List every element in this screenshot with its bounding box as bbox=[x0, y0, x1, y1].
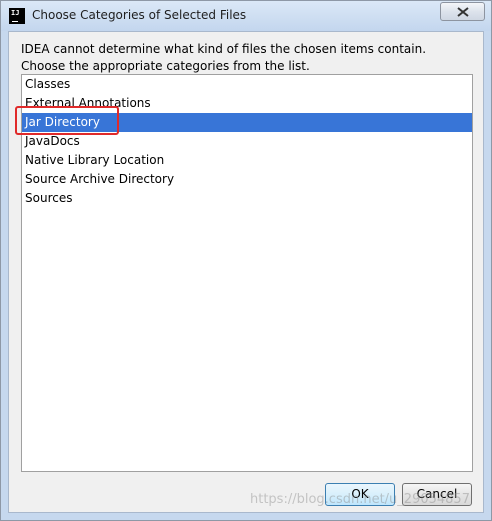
dialog-window: IJ Choose Categories of Selected Files I… bbox=[0, 0, 492, 521]
ok-button[interactable]: OK bbox=[325, 483, 395, 506]
intellij-idea-icon: IJ bbox=[9, 8, 25, 24]
close-button[interactable] bbox=[440, 2, 485, 21]
list-item-native-library-location[interactable]: Native Library Location bbox=[22, 151, 472, 170]
categories-list[interactable]: Classes External Annotations Jar Directo… bbox=[21, 74, 473, 472]
list-item-source-archive-directory[interactable]: Source Archive Directory bbox=[22, 170, 472, 189]
message-line-1: IDEA cannot determine what kind of files… bbox=[21, 42, 427, 56]
list-item-external-annotations[interactable]: External Annotations bbox=[22, 94, 472, 113]
list-item-classes[interactable]: Classes bbox=[22, 75, 472, 94]
cancel-button[interactable]: Cancel bbox=[402, 483, 472, 506]
list-item-jar-directory[interactable]: Jar Directory bbox=[22, 113, 472, 132]
message-line-2: Choose the appropriate categories from t… bbox=[21, 59, 310, 73]
list-item-sources[interactable]: Sources bbox=[22, 189, 472, 208]
title-bar[interactable]: IJ Choose Categories of Selected Files bbox=[1, 1, 491, 31]
message-text: IDEA cannot determine what kind of files… bbox=[21, 41, 426, 75]
list-item-javadocs[interactable]: JavaDocs bbox=[22, 132, 472, 151]
close-icon bbox=[457, 7, 469, 17]
dialog-title: Choose Categories of Selected Files bbox=[32, 8, 247, 22]
dialog-body: IDEA cannot determine what kind of files… bbox=[8, 31, 484, 513]
